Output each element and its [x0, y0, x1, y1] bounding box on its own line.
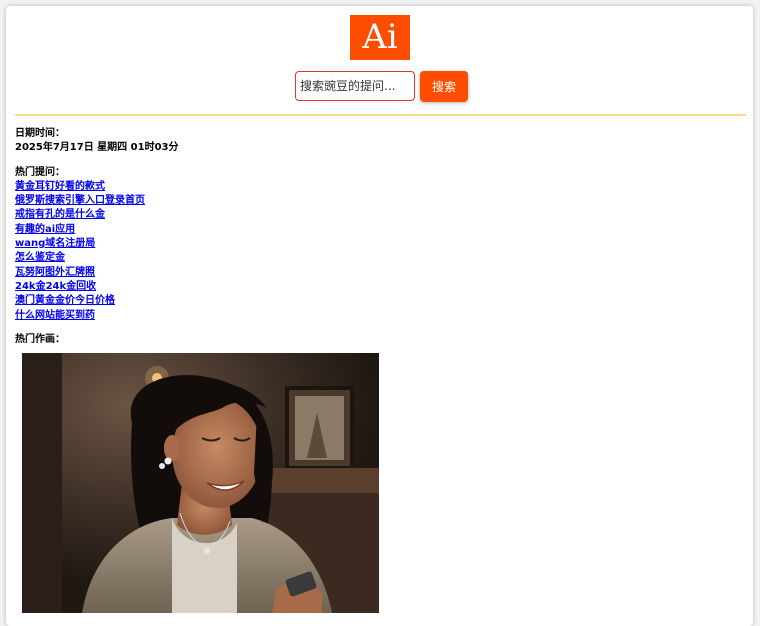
hot-question-link[interactable]: 瓦努阿图外汇牌照	[15, 266, 745, 280]
hot-question-link[interactable]: 黄金耳钉好看的款式	[15, 180, 745, 194]
hot-questions-list: 黄金耳钉好看的款式 俄罗斯搜索引擎入口登录首页 戒指有孔的是什么金 有趣的ai应…	[15, 180, 745, 323]
hot-question-link[interactable]: 什么网站能买到药	[15, 309, 745, 323]
painting-illustration	[22, 353, 379, 613]
datetime-value: 2025年7月17日 星期四 01时03分	[15, 142, 179, 154]
hot-question-link[interactable]: wang域名注册局	[15, 237, 745, 251]
hot-question-link[interactable]: 24k金24k金回收	[15, 280, 745, 294]
hot-painting-image[interactable]	[22, 353, 379, 613]
hot-paintings-label: 热门作画：	[15, 333, 65, 345]
search-input[interactable]	[295, 71, 415, 101]
hot-questions-label: 热门提问：	[15, 166, 65, 178]
hot-question-link[interactable]: 有趣的ai应用	[15, 223, 745, 237]
search-button[interactable]: 搜索	[420, 71, 468, 102]
datetime-label: 日期时间：	[15, 128, 65, 139]
main-content: 日期时间： 2025年7月17日 星期四 01时03分 热门提问： 黄金耳钉好看…	[15, 127, 745, 347]
hot-question-link[interactable]: 俄罗斯搜索引擎入口登录首页	[15, 194, 745, 208]
hot-question-link[interactable]: 澳门黄金金价今日价格	[15, 294, 745, 308]
hot-question-link[interactable]: 怎么鉴定金	[15, 251, 745, 265]
hot-question-link[interactable]: 戒指有孔的是什么金	[15, 208, 745, 222]
site-logo[interactable]: Ai	[350, 15, 410, 60]
page-card: Ai 搜索 日期时间： 2025年7月17日 星期四 01时03分 热门提问： …	[6, 6, 753, 626]
header-divider	[15, 114, 746, 116]
